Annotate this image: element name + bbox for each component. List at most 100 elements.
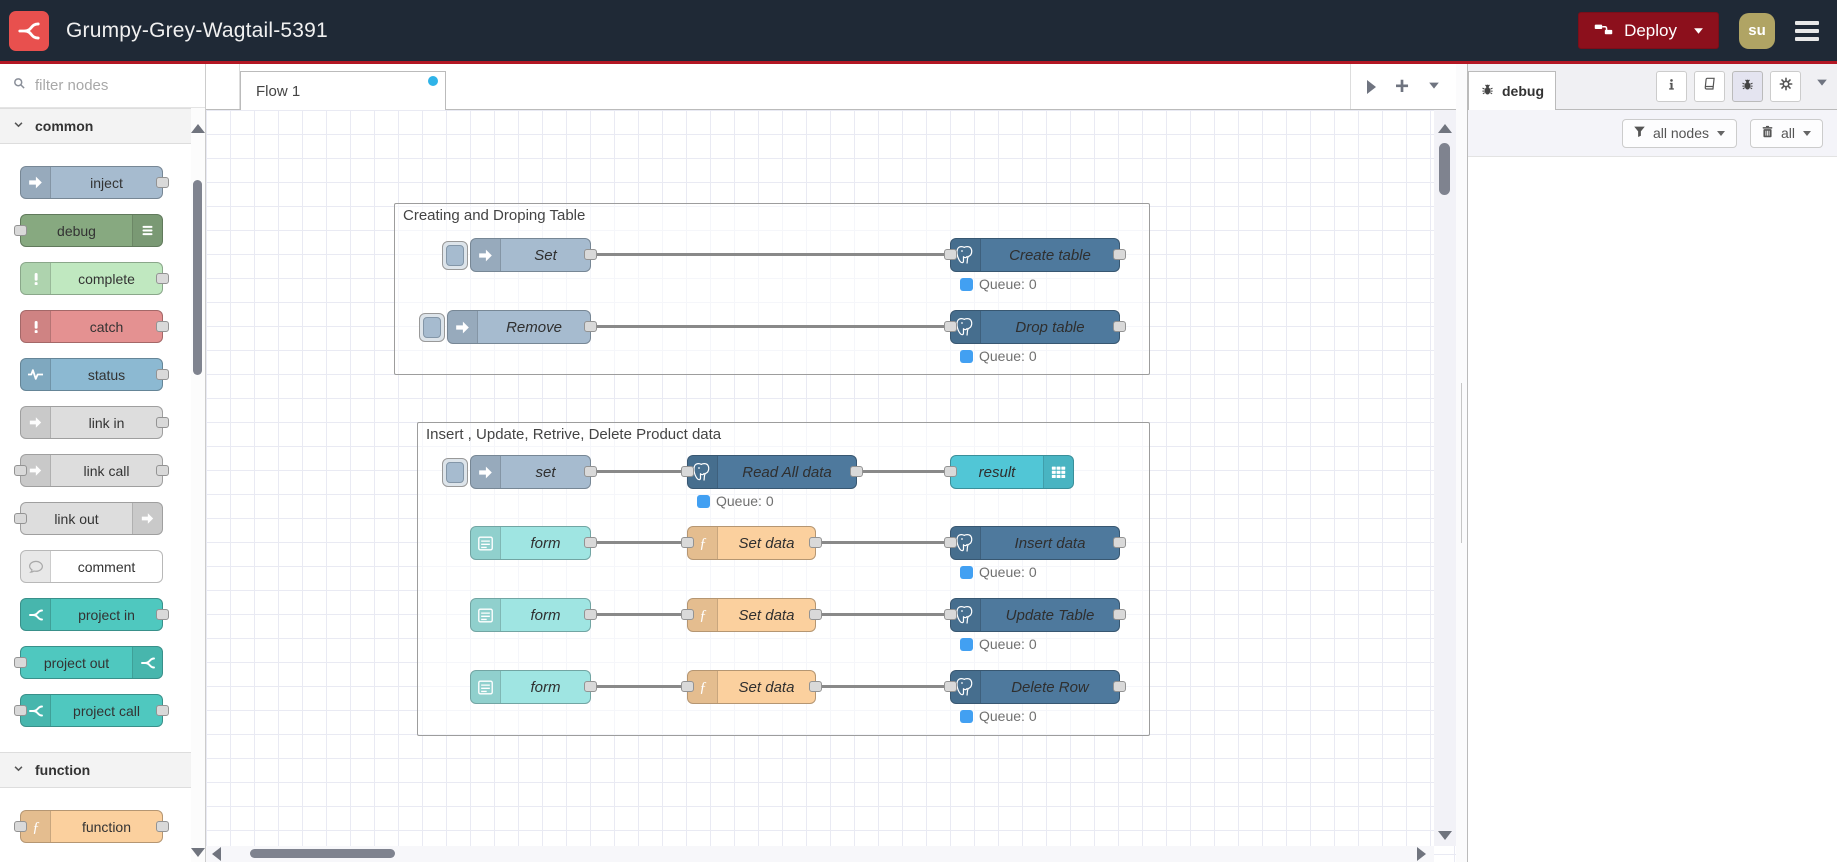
sidebar-tab-debug[interactable]: debug: [1468, 71, 1556, 110]
inject-trigger-button[interactable]: [442, 241, 468, 270]
output-port[interactable]: [1113, 537, 1126, 548]
palette-node-inject[interactable]: inject: [20, 166, 169, 199]
sidebar-debug-button[interactable]: [1732, 71, 1763, 102]
output-port[interactable]: [809, 537, 822, 548]
wire[interactable]: [814, 685, 952, 688]
input-port[interactable]: [14, 224, 27, 236]
output-port[interactable]: [156, 704, 169, 716]
sidebar-menu-caret-icon[interactable]: [1816, 75, 1828, 93]
output-port[interactable]: [156, 368, 169, 380]
palette-scroll-thumb[interactable]: [193, 180, 202, 375]
input-port[interactable]: [944, 681, 957, 692]
wire[interactable]: [589, 253, 952, 256]
wire[interactable]: [814, 613, 952, 616]
node-form[interactable]: form: [470, 526, 597, 560]
canvas-scroll-left-icon[interactable]: [212, 847, 221, 861]
input-port[interactable]: [944, 249, 957, 260]
output-port[interactable]: [1113, 249, 1126, 260]
node-form[interactable]: form: [470, 598, 597, 632]
wire[interactable]: [589, 541, 689, 544]
canvas-hscroll-thumb[interactable]: [250, 849, 395, 858]
palette-node-project-in[interactable]: project in: [20, 598, 169, 631]
output-port[interactable]: [156, 820, 169, 832]
palette-node-link-out[interactable]: link out: [14, 502, 163, 535]
input-port[interactable]: [14, 464, 27, 476]
palette-node-project-out[interactable]: project out: [14, 646, 163, 679]
node-form[interactable]: form: [470, 670, 597, 704]
canvas-horizontal-scrollbar[interactable]: [206, 846, 1434, 862]
output-port[interactable]: [584, 249, 597, 260]
wire[interactable]: [589, 685, 689, 688]
palette-node-link-in[interactable]: link in: [20, 406, 169, 439]
input-port[interactable]: [14, 656, 27, 668]
palette-node-project-call[interactable]: project call: [14, 694, 169, 727]
palette-category-common[interactable]: common: [0, 108, 205, 144]
input-port[interactable]: [681, 681, 694, 692]
output-port[interactable]: [1113, 681, 1126, 692]
add-flow-button[interactable]: +: [1395, 74, 1409, 99]
palette-scrollbar[interactable]: [191, 108, 205, 862]
output-port[interactable]: [156, 272, 169, 284]
node-set[interactable]: set: [442, 455, 597, 489]
palette-node-link-call[interactable]: link call: [14, 454, 169, 487]
wire[interactable]: [814, 541, 952, 544]
tab-scroll-right-icon[interactable]: [1366, 79, 1376, 94]
node-remove[interactable]: Remove: [419, 310, 597, 344]
output-port[interactable]: [156, 176, 169, 188]
canvas-scroll-right-icon[interactable]: [1417, 847, 1426, 861]
flow-tab[interactable]: Flow 1: [240, 71, 446, 110]
output-port[interactable]: [156, 608, 169, 620]
inject-trigger-button[interactable]: [419, 313, 445, 342]
output-port[interactable]: [1113, 321, 1126, 332]
output-port[interactable]: [850, 466, 863, 477]
canvas-vscroll-thumb[interactable]: [1439, 143, 1450, 195]
user-avatar[interactable]: su: [1739, 12, 1775, 49]
flow-list-caret-icon[interactable]: [1428, 78, 1440, 96]
sidebar-splitter[interactable]: [1456, 64, 1467, 862]
debug-clear-button[interactable]: all: [1749, 118, 1823, 148]
deploy-button[interactable]: Deploy: [1578, 12, 1719, 49]
input-port[interactable]: [14, 512, 27, 524]
input-port[interactable]: [681, 609, 694, 620]
wire[interactable]: [589, 613, 689, 616]
palette-node-complete[interactable]: complete: [20, 262, 169, 295]
node-delete-row[interactable]: Delete Row: [944, 670, 1126, 704]
palette-search[interactable]: [0, 64, 205, 108]
input-port[interactable]: [14, 704, 27, 716]
input-port[interactable]: [944, 321, 957, 332]
wire[interactable]: [589, 470, 689, 473]
node-update-table[interactable]: Update Table: [944, 598, 1126, 632]
canvas-scroll-down-icon[interactable]: [1438, 831, 1452, 840]
canvas-vertical-scrollbar[interactable]: [1434, 110, 1456, 846]
palette-node-comment[interactable]: comment: [20, 550, 163, 583]
main-menu-icon[interactable]: [1795, 20, 1819, 41]
canvas-scroll-up-icon[interactable]: [1438, 124, 1452, 133]
output-port[interactable]: [1113, 609, 1126, 620]
input-port[interactable]: [944, 466, 957, 477]
input-port[interactable]: [681, 466, 694, 477]
palette-scroll-down-icon[interactable]: [191, 848, 205, 857]
sidebar-info-button[interactable]: [1656, 71, 1687, 102]
node-set-data[interactable]: ƒ Set data: [681, 598, 822, 632]
wire[interactable]: [855, 470, 952, 473]
node-result[interactable]: result: [944, 455, 1074, 489]
node-set-data[interactable]: ƒ Set data: [681, 670, 822, 704]
node-set-data[interactable]: ƒ Set data: [681, 526, 822, 560]
flow-canvas[interactable]: Creating and Droping Table Insert , Updat…: [206, 110, 1456, 862]
palette-node-debug[interactable]: debug: [14, 214, 163, 247]
output-port[interactable]: [809, 681, 822, 692]
palette-node-catch[interactable]: catch: [20, 310, 169, 343]
node-insert-data[interactable]: Insert data: [944, 526, 1126, 560]
output-port[interactable]: [584, 609, 597, 620]
node-set[interactable]: Set: [442, 238, 597, 272]
output-port[interactable]: [156, 320, 169, 332]
output-port[interactable]: [584, 466, 597, 477]
inject-trigger-button[interactable]: [442, 458, 468, 487]
input-port[interactable]: [14, 820, 27, 832]
output-port[interactable]: [156, 416, 169, 428]
palette-node-function[interactable]: ƒ function: [14, 810, 169, 843]
sidebar-help-button[interactable]: [1694, 71, 1725, 102]
palette-scroll-up-icon[interactable]: [191, 124, 205, 133]
node-create-table[interactable]: Create table: [944, 238, 1126, 272]
deploy-caret-icon[interactable]: [1693, 21, 1704, 41]
